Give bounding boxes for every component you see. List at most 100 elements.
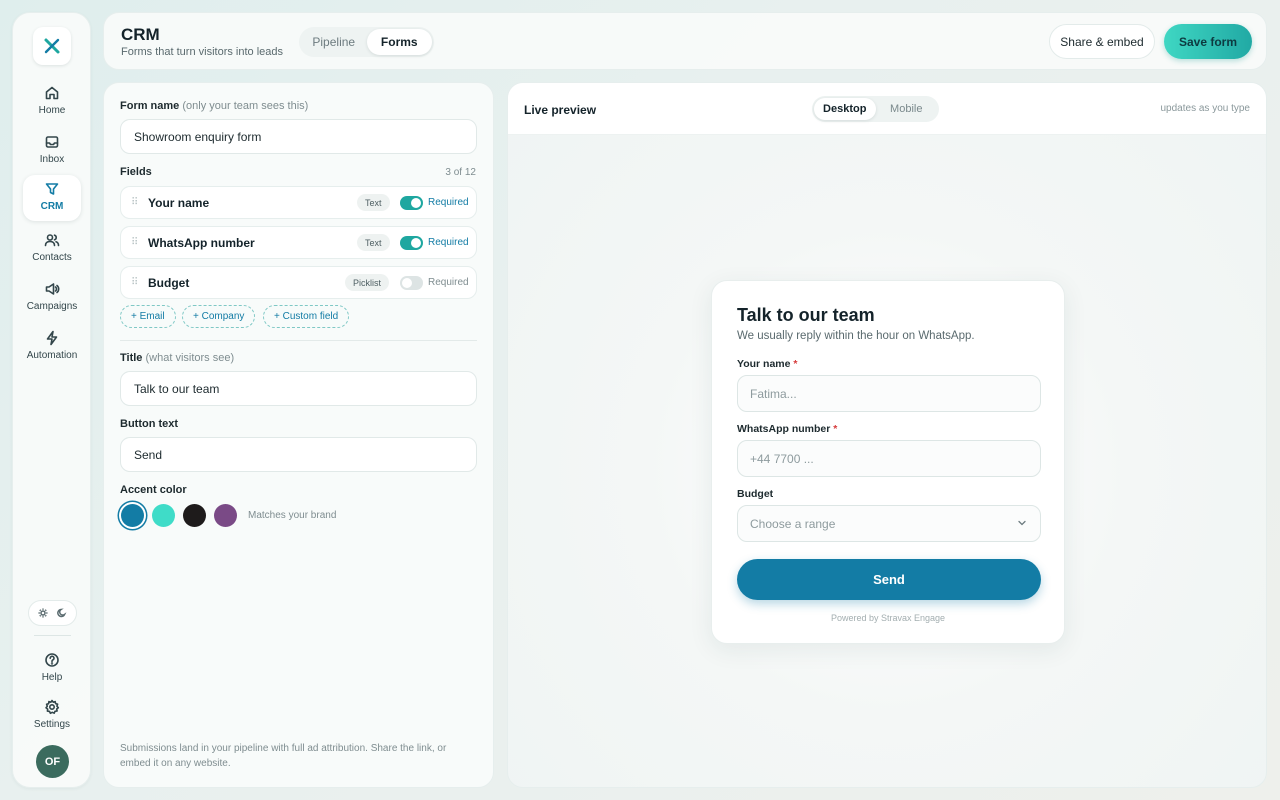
required-label: Required [428, 237, 469, 248]
theme-toggle[interactable] [28, 600, 77, 626]
form-name-label-text: Form name [120, 100, 180, 112]
live-preview-panel: Live preview Desktop Mobile updates as y… [507, 82, 1267, 788]
whatsapp-input[interactable]: +44 7700 ... [737, 440, 1041, 477]
form-preview-card: Talk to our team We usually reply within… [711, 280, 1065, 644]
required-toggle[interactable] [400, 276, 423, 290]
budget-select-value: Choose a range [750, 516, 836, 531]
button-text-input[interactable]: Send [120, 437, 477, 472]
help-icon [45, 653, 59, 667]
add-custom-field-chip[interactable]: + Custom field [263, 305, 350, 328]
sidebar-item-automation[interactable]: Automation [23, 324, 81, 370]
sidebar-item-label: Home [38, 105, 66, 116]
avatar[interactable]: OF [36, 745, 69, 778]
field-name: Your name [148, 196, 210, 210]
field-name: Budget [148, 276, 190, 290]
save-form-button[interactable]: Save form [1164, 24, 1252, 59]
home-icon [45, 86, 59, 100]
form-name-hint: (only your team sees this) [182, 100, 309, 112]
sidebar-item-label: Settings [33, 719, 71, 730]
field-name: WhatsApp number [148, 236, 255, 250]
sidebar-item-contacts[interactable]: Contacts [23, 226, 81, 272]
sidebar-item-help[interactable]: Help [23, 646, 81, 692]
tab-desktop[interactable]: Desktop [814, 98, 876, 120]
required-label: Required [428, 197, 469, 208]
whatsapp-field-label-text: WhatsApp number [737, 423, 831, 435]
dark-mode-button[interactable] [53, 604, 71, 622]
field-row[interactable]: ⠿ Your name Text Required [120, 186, 477, 219]
section-tabs: Pipeline Forms [299, 27, 434, 57]
chevron-down-icon [1018, 520, 1026, 526]
form-name-input[interactable]: Showroom enquiry form [120, 119, 477, 154]
drag-handle-icon[interactable]: ⠿ [131, 277, 138, 288]
title-input[interactable]: Talk to our team [120, 371, 477, 406]
sidebar-item-crm[interactable]: CRM [23, 175, 81, 221]
sidebar-item-label: Inbox [39, 154, 65, 165]
preview-header: Live preview Desktop Mobile updates as y… [508, 83, 1266, 135]
accent-swatch-purple[interactable] [214, 504, 237, 527]
divider [120, 340, 477, 341]
required-asterisk: * [833, 423, 838, 435]
drag-handle-icon[interactable]: ⠿ [131, 197, 138, 208]
gear-icon [45, 699, 60, 715]
title-label: Title (what visitors see) [120, 352, 234, 364]
field-type-badge: Picklist [345, 274, 390, 291]
sidebar-item-label: Automation [26, 350, 78, 361]
preview-title: Live preview [524, 103, 597, 117]
sidebar-item-label: Contacts [32, 252, 72, 263]
device-tabs: Desktop Mobile [812, 96, 939, 122]
name-field-label-text: Your name [737, 358, 791, 370]
form-name-label: Form name (only your team sees this) [120, 100, 308, 112]
sidebar-item-label: CRM [40, 201, 64, 212]
preview-note: updates as you type [1160, 103, 1250, 114]
sun-icon [38, 608, 48, 618]
field-type-badge: Text [357, 194, 390, 211]
sidebar-item-settings[interactable]: Settings [23, 693, 81, 739]
tab-forms[interactable]: Forms [366, 29, 432, 55]
add-company-chip[interactable]: + Company [182, 305, 256, 328]
users-icon [44, 234, 60, 247]
name-input[interactable]: Fatima... [737, 375, 1041, 412]
sidebar-item-label: Campaigns [26, 301, 78, 312]
bolt-icon [46, 330, 58, 346]
form-title: Talk to our team [737, 305, 875, 325]
send-button[interactable]: Send [737, 559, 1041, 600]
accent-swatch-teal[interactable] [152, 504, 175, 527]
tab-pipeline[interactable]: Pipeline [301, 29, 367, 55]
tab-mobile[interactable]: Mobile [876, 98, 938, 120]
drag-handle-icon[interactable]: ⠿ [131, 237, 138, 248]
page-title: CRM [121, 25, 160, 44]
sidebar-item-home[interactable]: Home [23, 79, 81, 125]
powered-by: Powered by Stravax Engage [830, 613, 946, 623]
field-type-badge: Text [357, 234, 390, 251]
top-bar: CRM Forms that turn visitors into leads … [103, 12, 1267, 70]
share-embed-button[interactable]: Share & embed [1049, 24, 1155, 59]
sidebar-item-label: Help [41, 672, 63, 683]
add-email-chip[interactable]: + Email [120, 305, 176, 328]
title-label-text: Title [120, 352, 143, 364]
required-toggle[interactable] [400, 236, 423, 250]
sidebar-item-inbox[interactable]: Inbox [23, 128, 81, 174]
megaphone-icon [45, 283, 60, 295]
app-logo[interactable] [33, 27, 71, 65]
light-mode-button[interactable] [34, 604, 52, 622]
required-toggle[interactable] [400, 196, 423, 210]
required-asterisk: * [793, 358, 798, 370]
filter-icon [45, 183, 59, 195]
field-row[interactable]: ⠿ Budget Picklist Required [120, 266, 477, 299]
budget-field-label: Budget [737, 488, 774, 500]
fields-count: 3 of 12 [445, 167, 476, 178]
sidebar: Home Inbox CRM Contacts Campaigns Automa… [12, 12, 91, 788]
footer-note: Submissions land in your pipeline with f… [120, 743, 447, 769]
accent-swatch-blue[interactable] [121, 504, 144, 527]
form-subtitle: We usually reply within the hour on What… [737, 330, 975, 342]
inbox-icon [45, 136, 59, 148]
field-row[interactable]: ⠿ WhatsApp number Text Required [120, 226, 477, 259]
sidebar-item-campaigns[interactable]: Campaigns [23, 275, 81, 321]
accent-swatch-black[interactable] [183, 504, 206, 527]
button-text-label: Button text [120, 418, 179, 430]
moon-icon [57, 608, 67, 618]
form-editor-panel: Form name (only your team sees this) Sho… [103, 82, 494, 788]
whatsapp-field-label: WhatsApp number * [737, 423, 837, 435]
fields-label: Fields [120, 166, 152, 178]
budget-select[interactable]: Choose a range [737, 505, 1041, 542]
